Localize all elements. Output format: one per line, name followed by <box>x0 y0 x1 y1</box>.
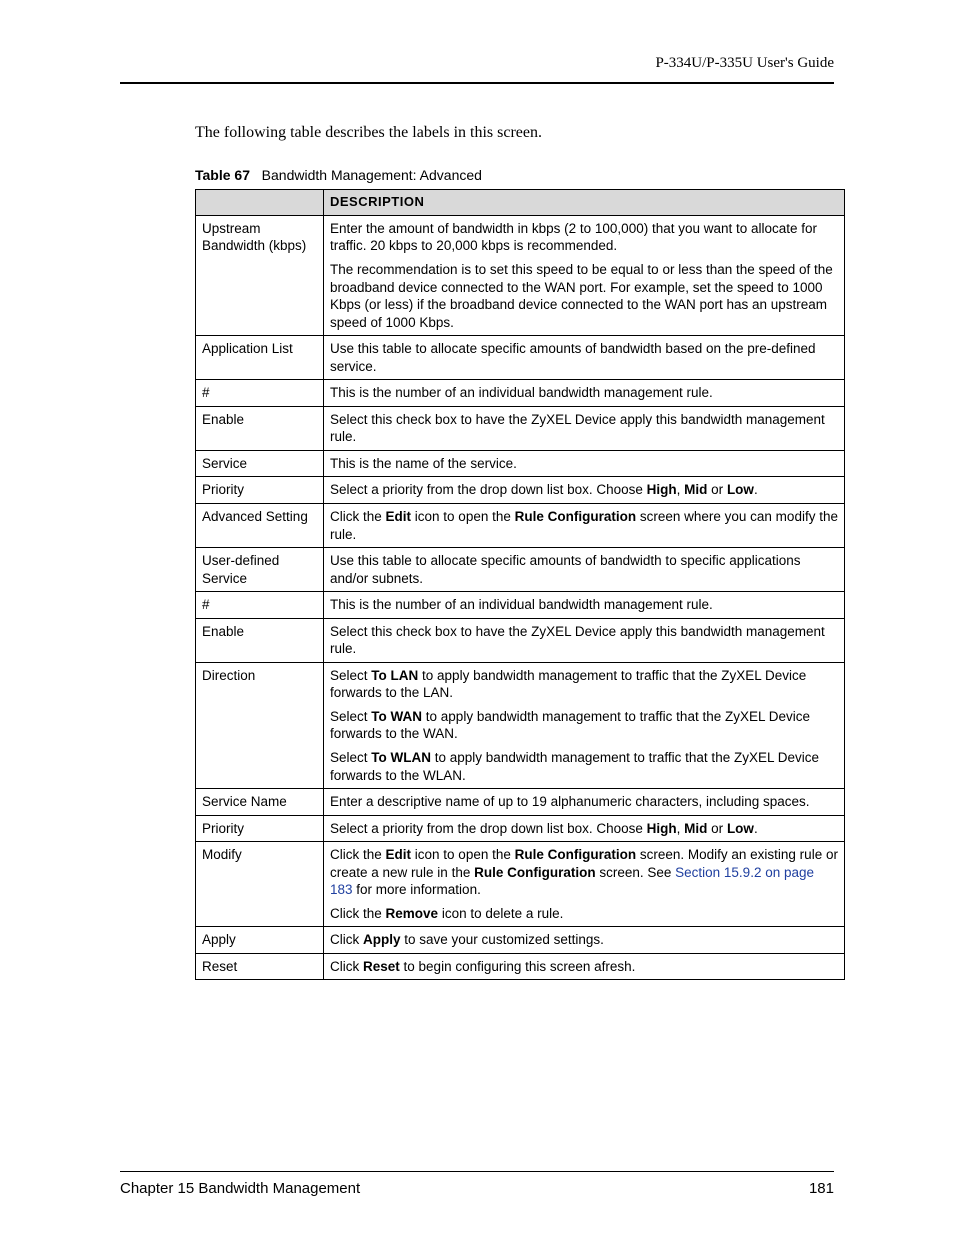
description-paragraph: Select a priority from the drop down lis… <box>330 481 838 499</box>
header-guide-title: P-334U/P-335U User's Guide <box>120 55 834 72</box>
table-row: Application ListUse this table to alloca… <box>196 336 845 380</box>
description-paragraph: Select this check box to have the ZyXEL … <box>330 623 838 658</box>
table-row: EnableSelect this check box to have the … <box>196 406 845 450</box>
bold-text: To LAN <box>371 668 418 683</box>
row-description: Select this check box to have the ZyXEL … <box>324 618 845 662</box>
description-paragraph: Enter a descriptive name of up to 19 alp… <box>330 793 838 811</box>
bold-text: Apply <box>363 932 401 947</box>
description-paragraph: Select To LAN to apply bandwidth managem… <box>330 667 838 702</box>
description-paragraph: Select To WAN to apply bandwidth managem… <box>330 708 838 743</box>
row-label: # <box>196 592 324 619</box>
footer-rule <box>120 1171 834 1172</box>
bold-text: To WLAN <box>371 750 431 765</box>
row-description: Enter a descriptive name of up to 19 alp… <box>324 789 845 816</box>
bold-text: High <box>647 482 677 497</box>
page-footer: Chapter 15 Bandwidth Management 181 <box>120 1164 834 1197</box>
bold-text: Mid <box>684 821 707 836</box>
row-label: Service <box>196 450 324 477</box>
table-row: Upstream Bandwidth (kbps)Enter the amoun… <box>196 215 845 335</box>
description-paragraph: Select this check box to have the ZyXEL … <box>330 411 838 446</box>
table-row: Priority Select a priority from the drop … <box>196 477 845 504</box>
row-label: Direction <box>196 662 324 788</box>
description-paragraph: Use this table to allocate specific amou… <box>330 340 838 375</box>
row-description: Select this check box to have the ZyXEL … <box>324 406 845 450</box>
row-description: Select a priority from the drop down lis… <box>324 815 845 842</box>
footer-chapter: Chapter 15 Bandwidth Management <box>120 1180 360 1197</box>
row-description: Click the Edit icon to open the Rule Con… <box>324 842 845 927</box>
table-row: # This is the number of an individual ban… <box>196 380 845 407</box>
table-row: ResetClick Reset to begin configuring th… <box>196 953 845 980</box>
row-description: This is the number of an individual band… <box>324 380 845 407</box>
table-row: Service Name Enter a descriptive name of … <box>196 789 845 816</box>
table-row: User-defined ServiceUse this table to al… <box>196 548 845 592</box>
description-paragraph: Click the Edit icon to open the Rule Con… <box>330 846 838 899</box>
bold-text: Reset <box>363 959 400 974</box>
description-paragraph: Select a priority from the drop down lis… <box>330 820 838 838</box>
row-label: # <box>196 380 324 407</box>
description-paragraph: This is the number of an individual band… <box>330 384 838 402</box>
description-table: DESCRIPTION Upstream Bandwidth (kbps)Ent… <box>195 189 845 980</box>
table-row: ModifyClick the Edit icon to open the Ru… <box>196 842 845 927</box>
table-caption-text: Bandwidth Management: Advanced <box>262 167 482 183</box>
bold-text: Rule Configuration <box>474 865 596 880</box>
bold-text: Remove <box>386 906 439 921</box>
row-description: Use this table to allocate specific amou… <box>324 548 845 592</box>
description-paragraph: This is the name of the service. <box>330 455 838 473</box>
table-row: ApplyClick Apply to save your customized… <box>196 927 845 954</box>
table-row: # This is the number of an individual ban… <box>196 592 845 619</box>
table-caption: Table 67 Bandwidth Management: Advanced <box>195 167 834 183</box>
table-header-description: DESCRIPTION <box>324 190 845 216</box>
bold-text: Edit <box>386 847 412 862</box>
table-row: EnableSelect this check box to have the … <box>196 618 845 662</box>
description-paragraph: Click Apply to save your customized sett… <box>330 931 838 949</box>
bold-text: Mid <box>684 482 707 497</box>
header-rule <box>120 82 834 84</box>
bold-text: Low <box>727 821 754 836</box>
description-paragraph: Enter the amount of bandwidth in kbps (2… <box>330 220 838 255</box>
description-paragraph: Click Reset to begin configuring this sc… <box>330 958 838 976</box>
bold-text: Rule Configuration <box>515 509 637 524</box>
row-label: Priority <box>196 815 324 842</box>
row-label: Modify <box>196 842 324 927</box>
table-row: DirectionSelect To LAN to apply bandwidt… <box>196 662 845 788</box>
description-paragraph: Click the Edit icon to open the Rule Con… <box>330 508 838 543</box>
row-label: Reset <box>196 953 324 980</box>
description-paragraph: The recommendation is to set this speed … <box>330 261 838 331</box>
row-description: Select To LAN to apply bandwidth managem… <box>324 662 845 788</box>
row-description: This is the name of the service. <box>324 450 845 477</box>
table-header-blank <box>196 190 324 216</box>
intro-text: The following table describes the labels… <box>195 124 834 142</box>
row-label: Priority <box>196 477 324 504</box>
table-row: Advanced SettingClick the Edit icon to o… <box>196 504 845 548</box>
bold-text: To WAN <box>371 709 422 724</box>
row-label: User-defined Service <box>196 548 324 592</box>
row-label: Enable <box>196 406 324 450</box>
row-description: Use this table to allocate specific amou… <box>324 336 845 380</box>
row-description: Click Apply to save your customized sett… <box>324 927 845 954</box>
row-label: Upstream Bandwidth (kbps) <box>196 215 324 335</box>
description-paragraph: Select To WLAN to apply bandwidth manage… <box>330 749 838 784</box>
page: P-334U/P-335U User's Guide The following… <box>0 0 954 1235</box>
table-caption-label: Table 67 <box>195 167 250 183</box>
row-label: Application List <box>196 336 324 380</box>
row-label: Apply <box>196 927 324 954</box>
row-description: This is the number of an individual band… <box>324 592 845 619</box>
bold-text: Low <box>727 482 754 497</box>
description-paragraph: This is the number of an individual band… <box>330 596 838 614</box>
row-description: Click the Edit icon to open the Rule Con… <box>324 504 845 548</box>
row-label: Advanced Setting <box>196 504 324 548</box>
row-label: Enable <box>196 618 324 662</box>
bold-text: Edit <box>386 509 412 524</box>
row-label: Service Name <box>196 789 324 816</box>
table-row: Priority Select a priority from the drop … <box>196 815 845 842</box>
description-paragraph: Click the Remove icon to delete a rule. <box>330 905 838 923</box>
description-paragraph: Use this table to allocate specific amou… <box>330 552 838 587</box>
table-row: Service This is the name of the service. <box>196 450 845 477</box>
footer-page-number: 181 <box>809 1180 834 1197</box>
bold-text: High <box>647 821 677 836</box>
row-description: Click Reset to begin configuring this sc… <box>324 953 845 980</box>
row-description: Enter the amount of bandwidth in kbps (2… <box>324 215 845 335</box>
row-description: Select a priority from the drop down lis… <box>324 477 845 504</box>
bold-text: Rule Configuration <box>515 847 637 862</box>
